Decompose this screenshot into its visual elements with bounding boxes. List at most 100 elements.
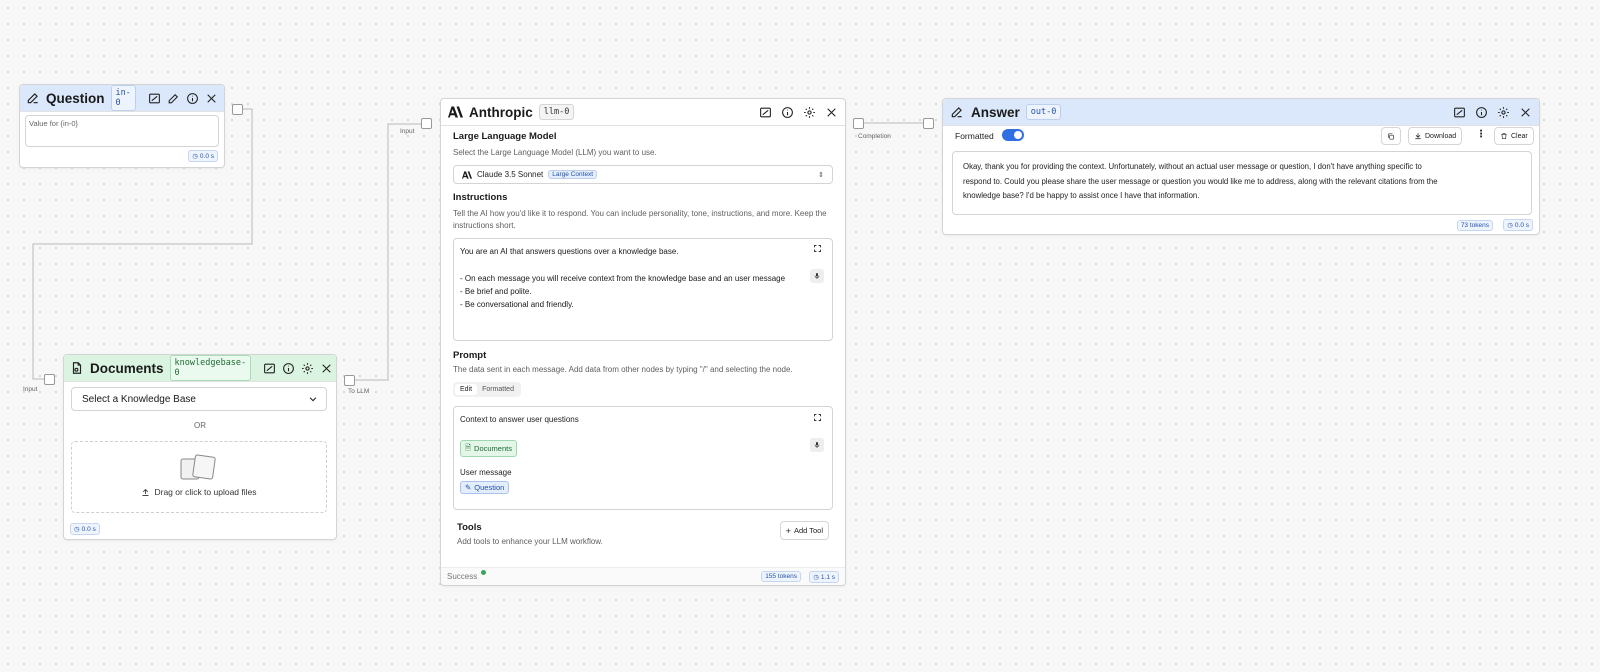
microphone-icon[interactable] bbox=[810, 269, 824, 283]
tab-edit[interactable]: Edit bbox=[455, 384, 478, 395]
clock-icon: ◷ bbox=[192, 153, 198, 160]
documents-output-handle[interactable] bbox=[344, 375, 355, 386]
info-icon[interactable] bbox=[1473, 104, 1489, 120]
copy-button[interactable] bbox=[1381, 127, 1401, 145]
gear-icon[interactable] bbox=[301, 360, 314, 376]
anthropic-node-header[interactable]: Anthropic llm-0 bbox=[441, 99, 845, 126]
anthropic-logo-icon bbox=[447, 104, 463, 120]
file-icon bbox=[70, 360, 84, 376]
documents-node[interactable]: Documents knowledgebase-0 Select a Knowl… bbox=[63, 354, 337, 540]
info-icon[interactable] bbox=[186, 90, 199, 106]
expand-icon[interactable] bbox=[813, 413, 822, 422]
instructions-title: Instructions bbox=[453, 192, 508, 203]
anthropic-input-handle[interactable] bbox=[421, 118, 432, 129]
close-icon[interactable] bbox=[320, 360, 333, 376]
anthropic-input-label: Input bbox=[400, 128, 415, 135]
instructions-desc: Tell the AI how you'd like it to respond… bbox=[453, 209, 827, 230]
question-value-placeholder: Value for {in-0} bbox=[29, 119, 79, 128]
question-value-input[interactable]: Value for {in-0} bbox=[25, 115, 219, 147]
download-button[interactable]: Download bbox=[1408, 127, 1463, 145]
knowledge-base-select[interactable]: Select a Knowledge Base bbox=[71, 387, 327, 411]
anthropic-output-handle[interactable] bbox=[853, 118, 864, 129]
answer-timing-badge: ◷ 0.0 s bbox=[1503, 219, 1533, 231]
file-icon: 🗎 bbox=[465, 443, 472, 452]
instructions-line bbox=[460, 258, 810, 271]
gear-icon[interactable] bbox=[1495, 104, 1511, 120]
question-node[interactable]: Question in-0 Value for {in-0} ◷ 0.0 s bbox=[19, 84, 225, 168]
prompt-title: Prompt bbox=[453, 350, 487, 361]
prompt-user-label: User message bbox=[460, 468, 512, 477]
question-node-tag: in-0 bbox=[110, 85, 136, 111]
question-output-handle[interactable] bbox=[232, 104, 243, 115]
mapping-icon[interactable] bbox=[148, 90, 161, 106]
mapping-icon[interactable] bbox=[263, 360, 276, 376]
mapping-icon[interactable] bbox=[1451, 104, 1467, 120]
close-icon[interactable] bbox=[823, 104, 839, 120]
edit-icon[interactable] bbox=[167, 90, 180, 106]
question-node-title: Question bbox=[46, 90, 105, 106]
status-text: Success bbox=[447, 572, 478, 581]
tab-formatted[interactable]: Formatted bbox=[477, 384, 519, 395]
anthropic-logo-icon bbox=[462, 170, 472, 179]
anthropic-output-label: Completion bbox=[858, 133, 891, 140]
prompt-documents-chip[interactable]: 🗎 Documents bbox=[460, 440, 517, 457]
answer-line: respond to. Could you please share the u… bbox=[963, 176, 1438, 186]
documents-input-handle[interactable] bbox=[44, 374, 55, 385]
model-name: Claude 3.5 Sonnet bbox=[477, 170, 544, 179]
documents-timing-badge: ◷ 0.0 s bbox=[70, 523, 100, 535]
plus-icon: + bbox=[785, 525, 791, 536]
tokens-badge: 155 tokens bbox=[761, 571, 801, 582]
instructions-line: You are an AI that answers questions ove… bbox=[460, 247, 679, 256]
close-icon[interactable] bbox=[1517, 104, 1533, 120]
mapping-icon[interactable] bbox=[757, 104, 773, 120]
pencil-icon bbox=[26, 90, 40, 106]
instructions-line: - On each message you will receive conte… bbox=[460, 273, 786, 283]
tools-desc: Add tools to enhance your LLM workflow. bbox=[457, 537, 603, 546]
documents-input-label: Input bbox=[23, 386, 38, 393]
prompt-context-label: Context to answer user questions bbox=[460, 415, 579, 424]
instructions-line: - Be conversational and friendly. bbox=[460, 300, 574, 310]
instructions-textarea[interactable]: You are an AI that answers questions ove… bbox=[453, 238, 833, 341]
prompt-question-chip[interactable]: ✎ Question bbox=[460, 481, 510, 494]
pencil-icon: ✎ bbox=[465, 483, 472, 492]
status-dot bbox=[481, 570, 486, 575]
formatted-toggle[interactable] bbox=[1002, 129, 1024, 141]
model-select[interactable]: Claude 3.5 Sonnet Large Context ⇕ bbox=[453, 165, 833, 184]
add-tool-button[interactable]: + Add Tool bbox=[779, 521, 829, 540]
anthropic-node[interactable]: Anthropic llm-0 Large Language Model Sel… bbox=[440, 98, 846, 586]
upload-label: Drag or click to upload files bbox=[154, 487, 257, 497]
question-node-header[interactable]: Question in-0 bbox=[20, 85, 224, 112]
documents-node-header[interactable]: Documents knowledgebase-0 bbox=[64, 355, 336, 382]
close-icon[interactable] bbox=[205, 90, 218, 106]
expand-icon[interactable] bbox=[813, 244, 822, 253]
answer-node[interactable]: Answer out-0 Formatted Download ⋮ Clear … bbox=[942, 98, 1540, 235]
microphone-icon[interactable] bbox=[810, 438, 824, 452]
clock-icon: ◷ bbox=[1507, 222, 1513, 229]
answer-node-header[interactable]: Answer out-0 bbox=[943, 99, 1539, 126]
documents-output-label: To LLM bbox=[348, 388, 370, 395]
upload-icon bbox=[141, 488, 150, 497]
toggle-knob bbox=[1014, 131, 1022, 139]
documents-stack-icon bbox=[180, 454, 220, 480]
llm-section-desc: Select the Large Language Model (LLM) yo… bbox=[453, 148, 657, 157]
chevron-down-icon bbox=[308, 394, 318, 404]
more-options-icon[interactable]: ⋮ bbox=[1476, 129, 1486, 140]
clock-icon: ◷ bbox=[74, 526, 80, 533]
clock-icon: ◷ bbox=[813, 574, 819, 581]
gear-icon[interactable] bbox=[801, 104, 817, 120]
info-icon[interactable] bbox=[282, 360, 295, 376]
pencil-icon bbox=[949, 104, 965, 120]
info-icon[interactable] bbox=[779, 104, 795, 120]
prompt-tabs: Edit Formatted bbox=[453, 382, 521, 397]
clear-button[interactable]: Clear bbox=[1494, 127, 1534, 145]
documents-node-title: Documents bbox=[90, 360, 164, 376]
or-divider-label: OR bbox=[194, 421, 206, 430]
knowledge-base-select-value: Select a Knowledge Base bbox=[82, 393, 196, 405]
tools-title: Tools bbox=[457, 522, 482, 533]
anthropic-node-tag: llm-0 bbox=[538, 104, 575, 120]
prompt-editor[interactable]: Context to answer user questions 🗎 Docum… bbox=[453, 406, 833, 510]
file-upload-dropzone[interactable]: Drag or click to upload files bbox=[71, 441, 327, 513]
model-badge: Large Context bbox=[548, 170, 598, 179]
answer-input-handle[interactable] bbox=[923, 118, 934, 129]
question-timing-badge: ◷ 0.0 s bbox=[188, 150, 218, 162]
